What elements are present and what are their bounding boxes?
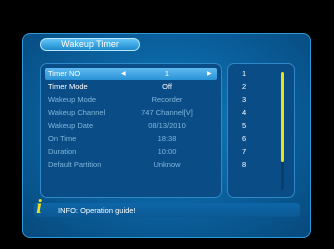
on-time-value: 18:38 [157, 134, 177, 143]
duration-row: Duration 10:00 [45, 146, 217, 158]
wakeup-date-row: Wakeup Date 08/13/2010 [45, 120, 217, 132]
settings-menu: Timer NO ◀ 1 ▶ Timer Mode Off Wakeup Mod… [40, 63, 222, 198]
wakeup-channel-label: Wakeup Channel [48, 108, 106, 117]
default-partition-value: Unknow [153, 160, 181, 169]
info-icon: i [36, 196, 42, 218]
scrollbar-track[interactable] [281, 72, 284, 190]
timer-mode-label: Timer Mode [48, 82, 88, 91]
timer-list-item[interactable]: 1 [242, 69, 246, 79]
arrow-right-icon[interactable]: ▶ [207, 68, 212, 80]
wakeup-date-label: Wakeup Date [48, 121, 94, 130]
scrollbar-thumb[interactable] [281, 72, 284, 162]
timer-list-item[interactable]: 2 [242, 82, 246, 92]
timer-list-item[interactable]: 5 [242, 121, 246, 131]
timer-no-row[interactable]: Timer NO ◀ 1 ▶ [45, 68, 217, 80]
timer-list: 1 2 3 4 5 6 7 8 [227, 63, 295, 198]
timer-mode-value: Off [162, 82, 172, 91]
timer-no-value: 1 [164, 69, 170, 78]
arrow-left-icon[interactable]: ◀ [121, 68, 126, 80]
wakeup-mode-label: Wakeup Mode [48, 95, 97, 104]
timer-mode-row[interactable]: Timer Mode Off [45, 81, 217, 93]
on-time-label: On Time [48, 134, 77, 143]
wakeup-channel-row: Wakeup Channel 747 Channel[V] [45, 107, 217, 119]
default-partition-label: Default Partition [48, 160, 102, 169]
duration-label: Duration [48, 147, 77, 156]
timer-list-item[interactable]: 6 [242, 134, 246, 144]
timer-list-item[interactable]: 3 [242, 95, 246, 105]
duration-value: 10:00 [157, 147, 177, 156]
timer-list-item[interactable]: 7 [242, 147, 246, 157]
wakeup-mode-row: Wakeup Mode Recorder [45, 94, 217, 106]
wakeup-mode-value: Recorder [151, 95, 183, 104]
wakeup-date-value: 08/13/2010 [148, 121, 186, 130]
default-partition-row: Default Partition Unknow [45, 159, 217, 171]
page-title: Wakeup Timer [40, 38, 140, 51]
on-time-row: On Time 18:38 [45, 133, 217, 145]
timer-no-label: Timer NO [48, 69, 81, 78]
timer-list-item[interactable]: 8 [242, 160, 246, 170]
info-text: INFO: Operation guide! [58, 206, 136, 215]
timer-list-item[interactable]: 4 [242, 108, 246, 118]
wakeup-channel-value: 747 Channel[V] [141, 108, 193, 117]
